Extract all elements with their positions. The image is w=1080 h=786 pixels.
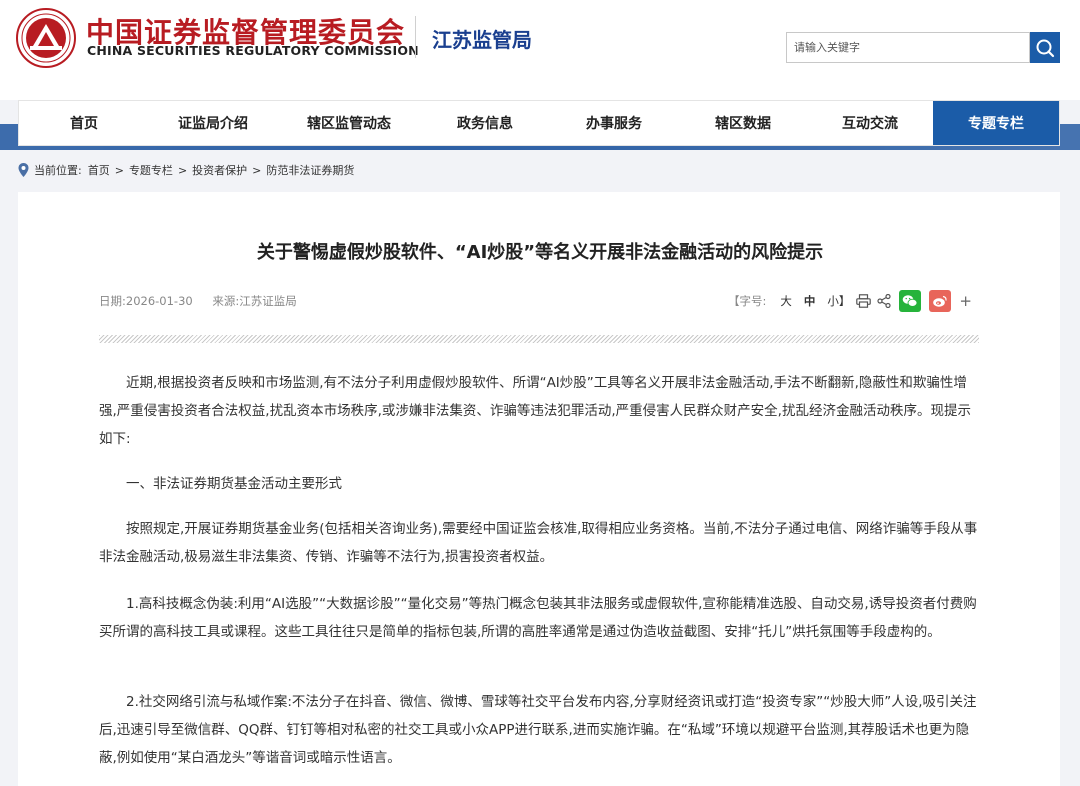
font-size-large[interactable]: 大: [780, 293, 792, 309]
search-input[interactable]: [787, 33, 1029, 62]
more-share-icon[interactable]: +: [959, 292, 972, 310]
breadcrumb: 当前位置: 首页 > 专题专栏 > 投资者保护 > 防范非法证券期货: [18, 162, 354, 178]
nav-item-home[interactable]: 首页: [19, 101, 149, 145]
breadcrumb-separator: >: [177, 163, 188, 177]
nav-item-special-topics[interactable]: 专题专栏: [933, 101, 1059, 145]
breadcrumb-investor-protection[interactable]: 投资者保护: [192, 162, 247, 178]
article-title: 关于警惕虚假炒股软件、“AI炒股”等名义开展非法金融活动的风险提示: [256, 242, 824, 263]
breadcrumb-home[interactable]: 首页: [88, 162, 110, 178]
wechat-share-icon[interactable]: [899, 290, 922, 312]
csrc-emblem-icon[interactable]: [16, 8, 76, 68]
bureau-name[interactable]: 江苏监管局: [432, 24, 532, 53]
nav-item-data[interactable]: 辖区数据: [679, 101, 807, 145]
nav-item-services[interactable]: 办事服务: [549, 101, 679, 145]
font-size-medium[interactable]: 中: [804, 293, 816, 309]
nav-item-interaction[interactable]: 互动交流: [807, 101, 933, 145]
font-size-label: 【字号:: [728, 294, 767, 308]
article-date: 日期:2026-01-30: [99, 294, 193, 308]
location-pin-icon: [18, 163, 29, 177]
article-paragraph: 按照规定,开展证券期货基金业务(包括相关咨询业务),需要经中国证监会核准,取得相…: [99, 521, 978, 565]
article-source: 来源:江苏证监局: [212, 294, 297, 308]
share-icon[interactable]: [877, 294, 891, 308]
header-divider: [415, 16, 416, 58]
nav-item-regulation-news[interactable]: 辖区监管动态: [277, 101, 421, 145]
article-tools: 【字号: 大 中 小】 +: [728, 290, 972, 312]
site-header: 中国证券监督管理委员会 CHINA SECURITIES REGULATORY …: [0, 0, 1080, 100]
nav-item-government-info[interactable]: 政务信息: [421, 101, 549, 145]
breadcrumb-separator: >: [114, 163, 124, 177]
article-paragraph: 2.社交网络引流与私域作案:不法分子在抖音、微信、微博、雪球等社交平台发布内容,…: [99, 694, 977, 766]
breadcrumb-separator: >: [252, 163, 262, 177]
print-icon[interactable]: [856, 294, 872, 308]
breadcrumb-special-topics[interactable]: 专题专栏: [129, 162, 173, 178]
site-title-en[interactable]: CHINA SECURITIES REGULATORY COMMISSION: [87, 43, 419, 58]
nav-item-about[interactable]: 证监局介绍: [149, 101, 277, 145]
main-nav: 首页 证监局介绍 辖区监管动态 政务信息 办事服务 辖区数据 互动交流 专题专栏: [18, 100, 1060, 146]
article-paragraph: 近期,根据投资者反映和市场监测,有不法分子利用虚假炒股软件、所谓“AI炒股”工具…: [99, 375, 971, 447]
article-divider: [99, 335, 979, 343]
font-size-small[interactable]: 小】: [827, 293, 850, 309]
breadcrumb-prefix: 当前位置:: [34, 164, 82, 177]
weibo-share-icon[interactable]: [929, 290, 952, 312]
search-box: [786, 32, 1030, 63]
breadcrumb-current[interactable]: 防范非法证券期货: [266, 162, 354, 178]
article-meta: 日期:2026-01-30 来源:江苏证监局: [99, 293, 313, 309]
article-paragraph: 1.高科技概念伪装:利用“AI选股”“大数据诊股”“量化交易”等热门概念包装其非…: [99, 596, 977, 640]
search-icon: [1036, 39, 1055, 57]
article-section-heading: 一、非法证券期货基金活动主要形式: [126, 476, 342, 492]
search-button[interactable]: [1030, 32, 1060, 63]
